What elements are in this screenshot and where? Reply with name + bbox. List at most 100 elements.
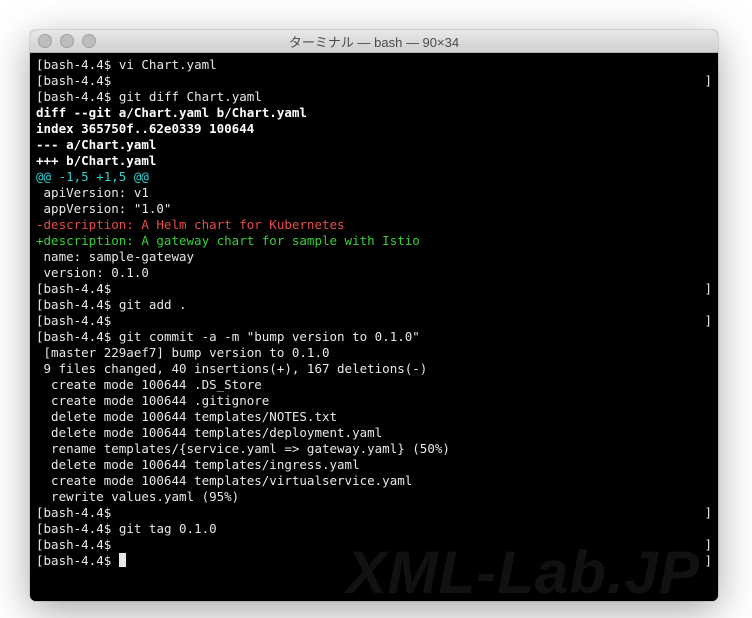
command-text: git add . (119, 297, 187, 312)
terminal-line: diff --git a/Chart.yaml b/Chart.yaml (36, 105, 712, 121)
titlebar[interactable]: ターミナル — bash — 90×34 (30, 30, 718, 53)
bracket-open: [ (36, 505, 44, 520)
prompt-dollar: $ (104, 505, 119, 520)
terminal-line: [bash-4.4$ ] (36, 553, 712, 569)
bracket-open: [ (36, 329, 44, 344)
terminal-line: rewrite values.yaml (95%) (36, 489, 712, 505)
terminal-line: [bash-4.4$ vi Chart.yaml (36, 57, 712, 73)
output-text: delete mode 100644 templates/ingress.yam… (36, 457, 360, 472)
prompt-text: bash-4.4 (44, 89, 104, 104)
bracket-open: [ (36, 73, 44, 88)
output-text: rename templates/{service.yaml => gatewa… (36, 441, 450, 456)
bracket-open: [ (36, 537, 44, 552)
output-text: 9 files changed, 40 insertions(+), 167 d… (36, 361, 427, 376)
prompt-text: bash-4.4 (44, 537, 104, 552)
prompt-text: bash-4.4 (44, 57, 104, 72)
prompt-text: bash-4.4 (44, 313, 104, 328)
output-text: @@ -1,5 +1,5 @@ (36, 169, 149, 184)
terminal-line: [bash-4.4$ git diff Chart.yaml (36, 89, 712, 105)
terminal-line: appVersion: "1.0" (36, 201, 712, 217)
bracket-open: [ (36, 521, 44, 536)
terminal-line: +description: A gateway chart for sample… (36, 233, 712, 249)
prompt-dollar: $ (104, 73, 119, 88)
terminal-line: delete mode 100644 templates/NOTES.txt (36, 409, 712, 425)
output-text: --- a/Chart.yaml (36, 137, 156, 152)
bracket-open: [ (36, 89, 44, 104)
output-text: create mode 100644 templates/virtualserv… (36, 473, 412, 488)
cursor (119, 553, 126, 567)
prompt-text: bash-4.4 (44, 329, 104, 344)
terminal-line: apiVersion: v1 (36, 185, 712, 201)
bracket-open: [ (36, 57, 44, 72)
terminal-line: version: 0.1.0 (36, 265, 712, 281)
terminal-line: [master 229aef7] bump version to 0.1.0 (36, 345, 712, 361)
output-text: +description: A gateway chart for sample… (36, 233, 420, 248)
terminal-line: -description: A Helm chart for Kubernete… (36, 217, 712, 233)
terminal-line: create mode 100644 .DS_Store (36, 377, 712, 393)
output-text: delete mode 100644 templates/NOTES.txt (36, 409, 337, 424)
close-icon[interactable] (38, 34, 52, 48)
output-text: -description: A Helm chart for Kubernete… (36, 217, 345, 232)
command-text: git diff Chart.yaml (119, 89, 262, 104)
command-text: git commit -a -m "bump version to 0.1.0" (119, 329, 420, 344)
bracket-close: ] (704, 553, 712, 569)
terminal-line: name: sample-gateway (36, 249, 712, 265)
terminal-line: create mode 100644 templates/virtualserv… (36, 473, 712, 489)
prompt-text: bash-4.4 (44, 281, 104, 296)
prompt-text: bash-4.4 (44, 521, 104, 536)
terminal-window: ターミナル — bash — 90×34 [bash-4.4$ vi Chart… (30, 30, 718, 601)
prompt-dollar: $ (104, 313, 119, 328)
zoom-icon[interactable] (82, 34, 96, 48)
output-text: delete mode 100644 templates/deployment.… (36, 425, 382, 440)
terminal-line: [bash-4.4$ ] (36, 537, 712, 553)
window-title: ターミナル — bash — 90×34 (30, 32, 718, 51)
terminal-line: [bash-4.4$ git tag 0.1.0 (36, 521, 712, 537)
minimize-icon[interactable] (60, 34, 74, 48)
terminal-body[interactable]: [bash-4.4$ vi Chart.yaml[bash-4.4$ ][bas… (30, 53, 718, 601)
prompt-dollar: $ (104, 297, 119, 312)
prompt-dollar: $ (104, 553, 119, 568)
bracket-open: [ (36, 297, 44, 312)
command-text: vi Chart.yaml (119, 57, 217, 72)
bracket-close: ] (704, 537, 712, 553)
command-text: git tag 0.1.0 (119, 521, 217, 536)
terminal-line: index 365750f..62e0339 100644 (36, 121, 712, 137)
prompt-text: bash-4.4 (44, 505, 104, 520)
terminal-line: [bash-4.4$ ] (36, 313, 712, 329)
terminal-line: +++ b/Chart.yaml (36, 153, 712, 169)
terminal-line: delete mode 100644 templates/deployment.… (36, 425, 712, 441)
bracket-open: [ (36, 281, 44, 296)
terminal-line: create mode 100644 .gitignore (36, 393, 712, 409)
output-text: [master 229aef7] bump version to 0.1.0 (36, 345, 330, 360)
output-text: create mode 100644 .DS_Store (36, 377, 262, 392)
terminal-line: delete mode 100644 templates/ingress.yam… (36, 457, 712, 473)
prompt-text: bash-4.4 (44, 297, 104, 312)
bracket-close: ] (704, 73, 712, 89)
output-text: create mode 100644 .gitignore (36, 393, 269, 408)
terminal-line: @@ -1,5 +1,5 @@ (36, 169, 712, 185)
bracket-open: [ (36, 313, 44, 328)
prompt-dollar: $ (104, 537, 119, 552)
output-text: appVersion: "1.0" (36, 201, 171, 216)
bracket-close: ] (704, 313, 712, 329)
prompt-text: bash-4.4 (44, 553, 104, 568)
output-text: rewrite values.yaml (95%) (36, 489, 239, 504)
terminal-line: --- a/Chart.yaml (36, 137, 712, 153)
prompt-dollar: $ (104, 281, 119, 296)
prompt-dollar: $ (104, 57, 119, 72)
bracket-close: ] (704, 505, 712, 521)
terminal-line: [bash-4.4$ ] (36, 73, 712, 89)
prompt-dollar: $ (104, 521, 119, 536)
terminal-line: [bash-4.4$ ] (36, 505, 712, 521)
output-text: apiVersion: v1 (36, 185, 149, 200)
prompt-dollar: $ (104, 329, 119, 344)
terminal-line: 9 files changed, 40 insertions(+), 167 d… (36, 361, 712, 377)
output-text: name: sample-gateway (36, 249, 194, 264)
output-text: version: 0.1.0 (36, 265, 149, 280)
prompt-dollar: $ (104, 89, 119, 104)
output-text: +++ b/Chart.yaml (36, 153, 156, 168)
traffic-lights (38, 34, 96, 48)
output-text: diff --git a/Chart.yaml b/Chart.yaml (36, 105, 307, 120)
bracket-open: [ (36, 553, 44, 568)
output-text: index 365750f..62e0339 100644 (36, 121, 254, 136)
